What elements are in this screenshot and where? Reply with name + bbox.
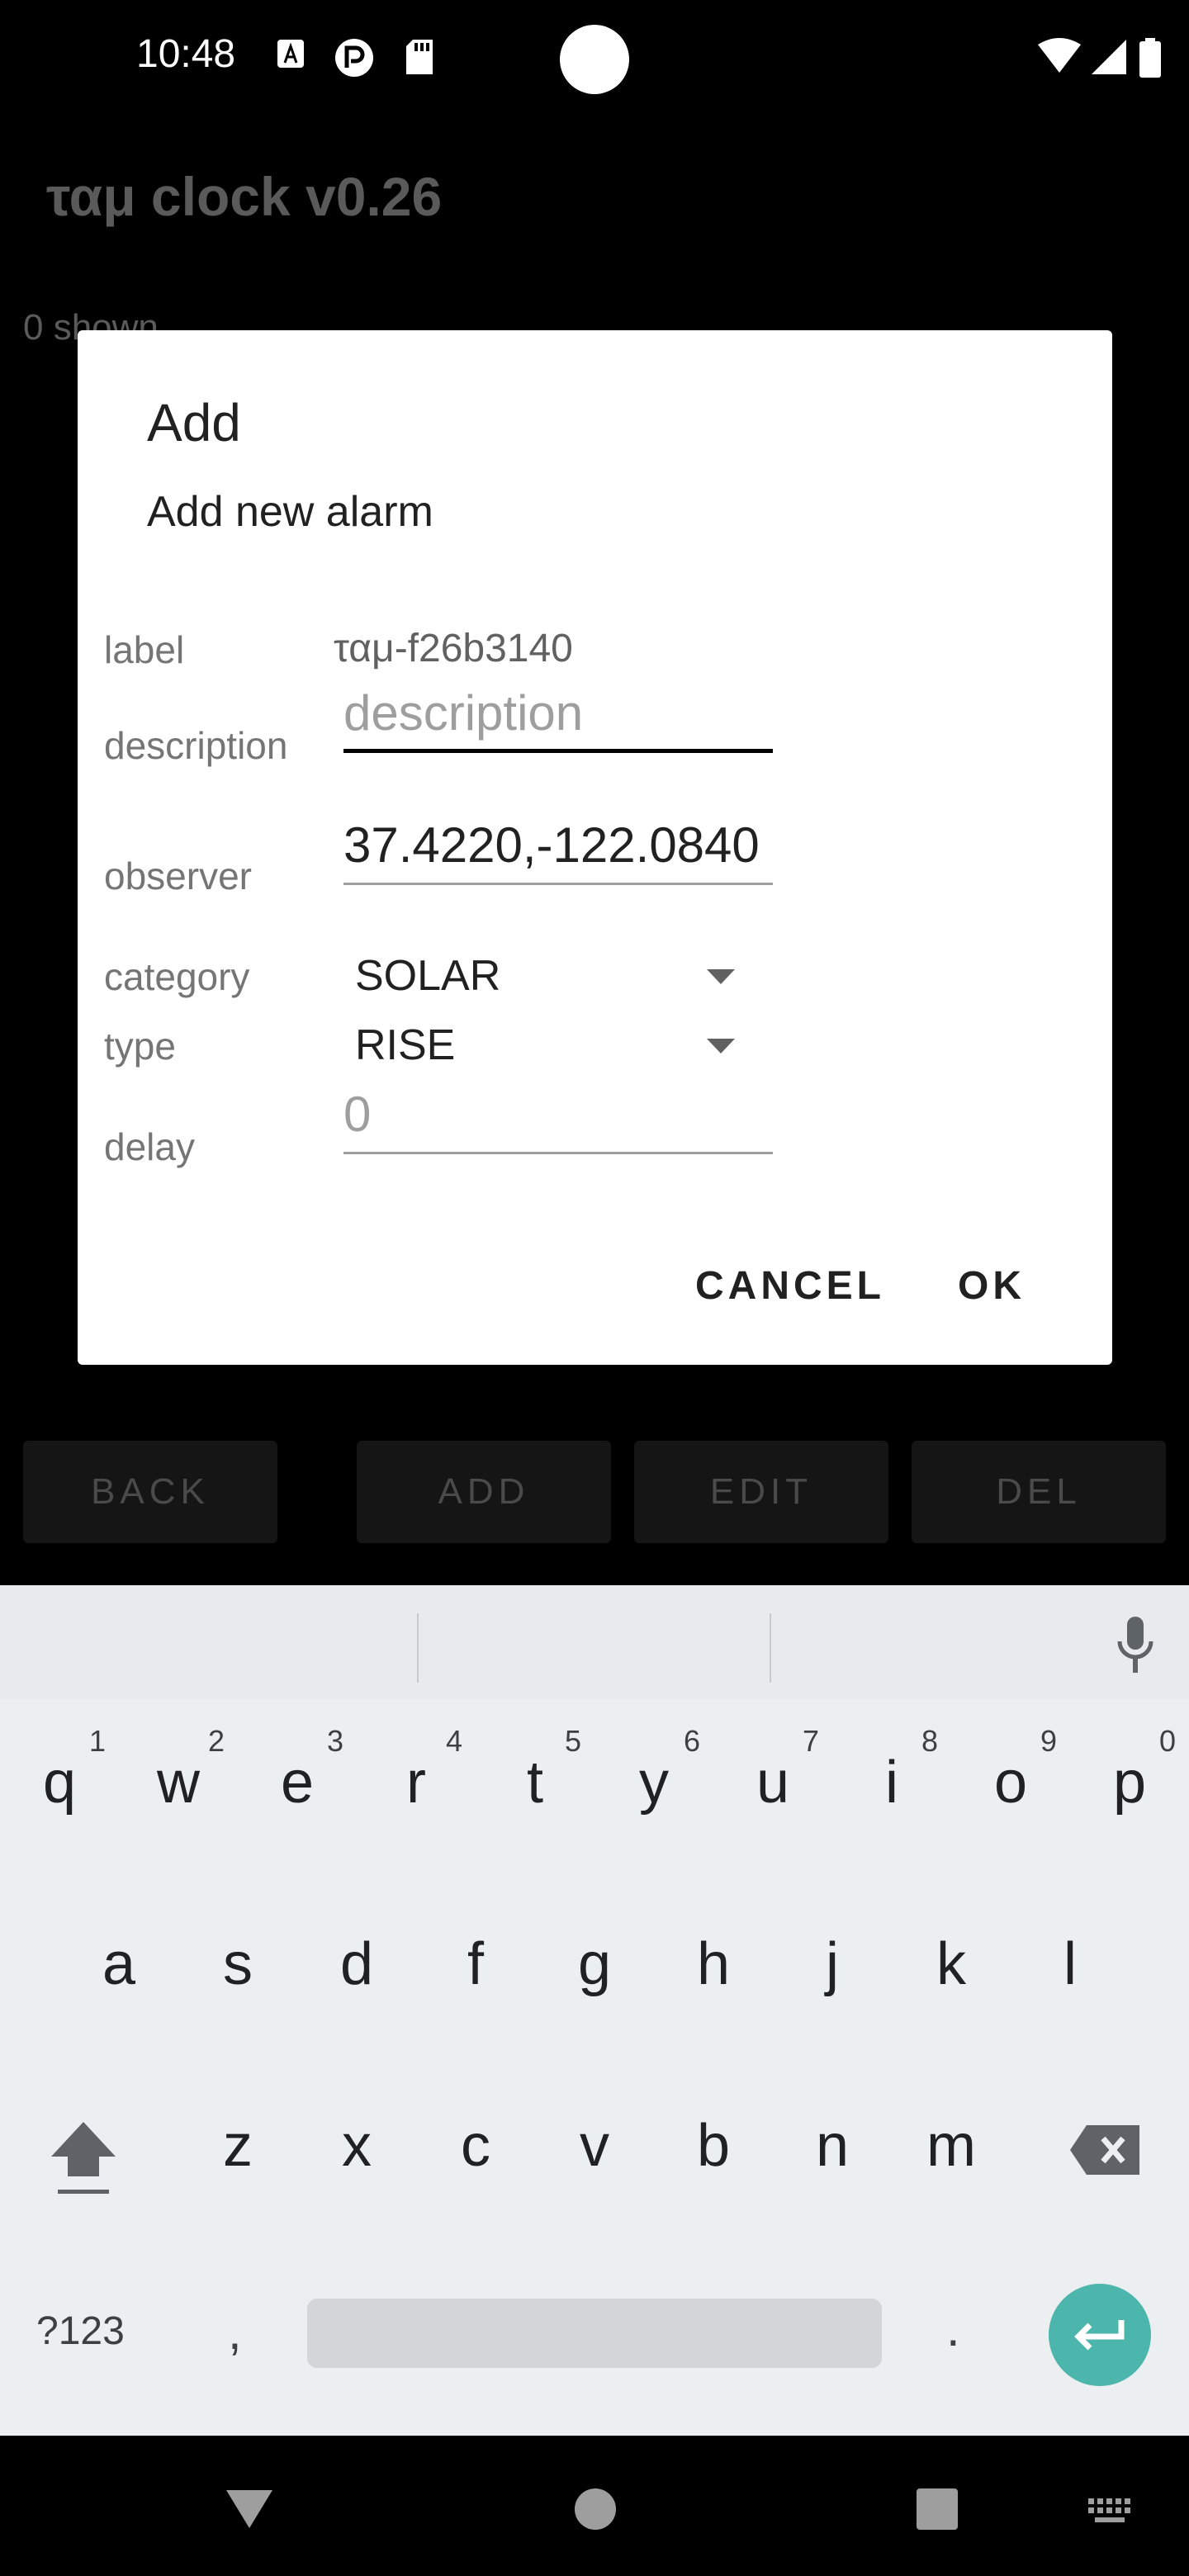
accessibility-notification-icon bbox=[277, 40, 304, 68]
key-t[interactable]: t bbox=[494, 1749, 576, 1816]
type-value: RISE bbox=[355, 1021, 456, 1069]
key-w[interactable]: w bbox=[137, 1749, 220, 1816]
symbols-key[interactable]: ?123 bbox=[36, 2308, 125, 2354]
key-v[interactable]: v bbox=[553, 2112, 636, 2180]
suggestion-strip bbox=[0, 1585, 1189, 1699]
observer-underline bbox=[343, 883, 773, 885]
key-e[interactable]: e bbox=[256, 1749, 339, 1816]
description-field-label: description bbox=[104, 724, 288, 767]
key-u[interactable]: u bbox=[732, 1749, 814, 1816]
space-bar[interactable] bbox=[307, 2299, 882, 2368]
enter-arrow-icon bbox=[1074, 2320, 1125, 2351]
category-dropdown-arrow-icon bbox=[707, 969, 735, 984]
description-placeholder: description bbox=[343, 685, 584, 741]
shift-key[interactable] bbox=[48, 2119, 119, 2201]
description-input[interactable]: description bbox=[343, 685, 773, 753]
enter-key[interactable] bbox=[1049, 2284, 1151, 2386]
period-key[interactable]: . bbox=[946, 2300, 960, 2357]
key-q[interactable]: q bbox=[18, 1749, 101, 1816]
add-button[interactable]: ADD bbox=[357, 1441, 611, 1543]
status-bar: 10:48 bbox=[0, 0, 1189, 116]
key-x[interactable]: x bbox=[315, 2112, 398, 2180]
key-c[interactable]: c bbox=[434, 2112, 517, 2180]
key-z[interactable]: z bbox=[197, 2112, 279, 2180]
key-j[interactable]: j bbox=[791, 1930, 874, 1998]
key-hint-u: 7 bbox=[803, 1724, 820, 1758]
type-spinner[interactable]: RISE bbox=[355, 1017, 735, 1075]
back-nav-icon[interactable] bbox=[225, 2487, 274, 2531]
key-n[interactable]: n bbox=[791, 2112, 874, 2180]
category-spinner[interactable]: SOLAR bbox=[355, 948, 735, 1006]
status-time: 10:48 bbox=[136, 32, 236, 76]
key-s[interactable]: s bbox=[197, 1930, 279, 1998]
recents-nav-icon[interactable] bbox=[915, 2487, 959, 2531]
key-i[interactable]: i bbox=[850, 1749, 933, 1816]
key-y[interactable]: y bbox=[613, 1749, 695, 1816]
label-field-label: label bbox=[104, 628, 185, 671]
key-d[interactable]: d bbox=[315, 1930, 398, 1998]
key-m[interactable]: m bbox=[910, 2112, 992, 2180]
microphone-icon[interactable] bbox=[1115, 1615, 1156, 1676]
camera-cutout bbox=[560, 25, 629, 94]
key-hint-o: 9 bbox=[1040, 1724, 1058, 1758]
label-value: ταμ-f26b3140 bbox=[334, 627, 573, 670]
key-hint-q: 1 bbox=[89, 1724, 107, 1758]
observer-value: 37.4220,-122.0840 bbox=[343, 817, 760, 873]
key-l[interactable]: l bbox=[1029, 1930, 1111, 1998]
app-title: ταμ clock v0.26 bbox=[46, 166, 443, 227]
observer-field-label: observer bbox=[104, 855, 252, 897]
edit-button[interactable]: EDIT bbox=[634, 1441, 888, 1543]
dialog-message: Add new alarm bbox=[147, 488, 433, 536]
add-alarm-dialog: Add Add new alarm label ταμ-f26b3140 des… bbox=[78, 330, 1112, 1365]
delay-input[interactable]: 0 bbox=[343, 1087, 773, 1154]
suggestion-divider bbox=[417, 1613, 419, 1683]
key-hint-p: 0 bbox=[1159, 1724, 1177, 1758]
type-field-label: type bbox=[104, 1025, 176, 1068]
backspace-key[interactable] bbox=[1068, 2124, 1143, 2176]
key-r[interactable]: r bbox=[375, 1749, 457, 1816]
home-nav-icon[interactable] bbox=[573, 2487, 618, 2531]
key-hint-w: 2 bbox=[208, 1724, 225, 1758]
observer-input[interactable]: 37.4220,-122.0840 bbox=[343, 817, 773, 885]
key-hint-y: 6 bbox=[684, 1724, 701, 1758]
key-f[interactable]: f bbox=[434, 1930, 517, 1998]
key-a[interactable]: a bbox=[78, 1930, 160, 1998]
navigation-bar bbox=[0, 2436, 1189, 2576]
category-value: SOLAR bbox=[355, 952, 501, 1000]
delay-placeholder: 0 bbox=[343, 1087, 372, 1142]
key-hint-e: 3 bbox=[327, 1724, 344, 1758]
cellular-signal-icon bbox=[1092, 40, 1126, 74]
delete-button[interactable]: DEL bbox=[912, 1441, 1166, 1543]
type-dropdown-arrow-icon bbox=[707, 1039, 735, 1054]
battery-icon bbox=[1139, 38, 1161, 78]
dialog-title: Add bbox=[147, 393, 241, 452]
suggestion-divider bbox=[770, 1613, 771, 1683]
app-notification-icon bbox=[335, 39, 373, 77]
sd-card-icon bbox=[406, 40, 433, 74]
category-field-label: category bbox=[104, 955, 250, 998]
key-hint-r: 4 bbox=[446, 1724, 463, 1758]
key-h[interactable]: h bbox=[672, 1930, 755, 1998]
key-g[interactable]: g bbox=[553, 1930, 636, 1998]
key-p[interactable]: p bbox=[1088, 1749, 1171, 1816]
ok-button[interactable]: OK bbox=[958, 1263, 1026, 1309]
key-k[interactable]: k bbox=[910, 1930, 992, 1998]
back-button[interactable]: BACK bbox=[23, 1441, 277, 1543]
key-hint-t: 5 bbox=[565, 1724, 582, 1758]
wifi-icon bbox=[1038, 38, 1081, 73]
key-o[interactable]: o bbox=[969, 1749, 1052, 1816]
delay-field-label: delay bbox=[104, 1125, 195, 1168]
key-b[interactable]: b bbox=[672, 2112, 755, 2180]
key-hint-i: 8 bbox=[921, 1724, 939, 1758]
cancel-button[interactable]: CANCEL bbox=[695, 1263, 885, 1309]
comma-key[interactable]: , bbox=[228, 2304, 242, 2361]
description-underline bbox=[343, 749, 773, 753]
keyboard-switcher-icon[interactable] bbox=[1087, 2497, 1133, 2526]
delay-underline bbox=[343, 1152, 773, 1154]
